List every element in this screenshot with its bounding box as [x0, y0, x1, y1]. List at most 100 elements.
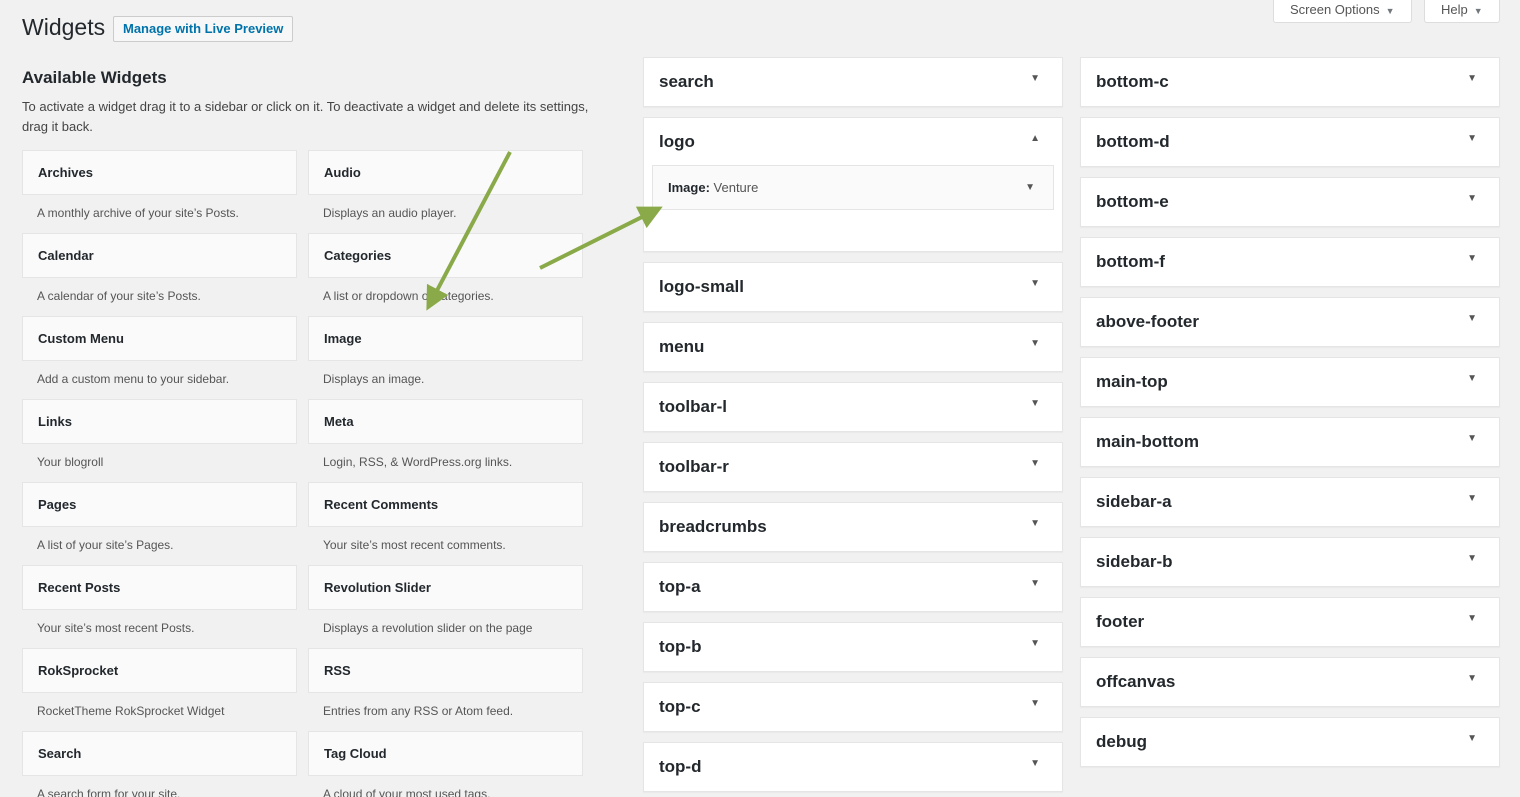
caret-down-icon[interactable]: ▼ — [1030, 578, 1040, 589]
widget-recent-posts[interactable]: Recent Posts — [22, 565, 297, 610]
sidebar-name: footer — [1096, 612, 1145, 631]
caret-down-icon[interactable]: ▼ — [1467, 493, 1477, 504]
widget-description: A search form for your site. — [37, 787, 181, 797]
caret-down-icon[interactable]: ▼ — [1030, 638, 1040, 649]
caret-down-icon[interactable]: ▼ — [1467, 313, 1477, 324]
sidebar-top-d[interactable]: top-d ▼ — [643, 742, 1063, 792]
widget-links[interactable]: Links — [22, 399, 297, 444]
caret-down-icon[interactable]: ▼ — [1467, 193, 1477, 204]
sidebar-top-a[interactable]: top-a ▼ — [643, 562, 1063, 612]
widget-recent-comments[interactable]: Recent Comments — [308, 482, 583, 527]
caret-down-icon[interactable]: ▼ — [1467, 733, 1477, 744]
sidebar-logo-small[interactable]: logo-small ▼ — [643, 262, 1063, 312]
caret-down-icon[interactable]: ▼ — [1467, 553, 1477, 564]
sidebar-name: bottom-e — [1096, 192, 1169, 211]
sidebar-name: top-c — [659, 697, 701, 716]
caret-down-icon[interactable]: ▼ — [1030, 398, 1040, 409]
sidebar-toolbar-r[interactable]: toolbar-r ▼ — [643, 442, 1063, 492]
sidebar-sidebar-b[interactable]: sidebar-b ▼ — [1080, 537, 1500, 587]
widget-description: Displays an image. — [323, 372, 425, 386]
widget-description: A monthly archive of your site’s Posts. — [37, 206, 239, 220]
live-preview-button[interactable]: Manage with Live Preview — [113, 16, 294, 42]
inner-widget-image[interactable]: Image: Venture ▼ — [652, 165, 1054, 210]
widget-categories[interactable]: Categories — [308, 233, 583, 278]
caret-down-icon[interactable]: ▼ — [1030, 458, 1040, 469]
caret-down-icon[interactable]: ▼ — [1467, 73, 1477, 84]
sidebar-main-bottom[interactable]: main-bottom ▼ — [1080, 417, 1500, 467]
widget-image[interactable]: Image — [308, 316, 583, 361]
sidebar-main-top[interactable]: main-top ▼ — [1080, 357, 1500, 407]
caret-down-icon[interactable]: ▼ — [1467, 613, 1477, 624]
widget-archives[interactable]: Archives — [22, 150, 297, 195]
widget-description: A list or dropdown of categories. — [323, 289, 494, 303]
sidebar-sidebar-a[interactable]: sidebar-a ▼ — [1080, 477, 1500, 527]
caret-down-icon: ▼ — [1385, 6, 1395, 16]
sidebar-logo[interactable]: logo ▲ Image: Venture ▼ — [643, 117, 1063, 252]
widget-description: Entries from any RSS or Atom feed. — [323, 704, 514, 718]
widget-rss[interactable]: RSS — [308, 648, 583, 693]
caret-down-icon[interactable]: ▼ — [1025, 166, 1035, 209]
caret-down-icon[interactable]: ▼ — [1030, 518, 1040, 529]
widget-revolution-slider[interactable]: Revolution Slider — [308, 565, 583, 610]
sidebar-toolbar-l[interactable]: toolbar-l ▼ — [643, 382, 1063, 432]
sidebar-bottom-e[interactable]: bottom-e ▼ — [1080, 177, 1500, 227]
caret-down-icon[interactable]: ▼ — [1030, 698, 1040, 709]
sidebar-name: logo-small — [659, 277, 745, 296]
caret-down-icon[interactable]: ▼ — [1030, 758, 1040, 769]
help-tab[interactable]: Help ▼ — [1424, 0, 1500, 23]
sidebar-name: bottom-f — [1096, 252, 1165, 271]
sidebar-breadcrumbs[interactable]: breadcrumbs ▼ — [643, 502, 1063, 552]
caret-down-icon[interactable]: ▼ — [1467, 433, 1477, 444]
sidebar-name: toolbar-r — [659, 457, 729, 476]
widget-calendar[interactable]: Calendar — [22, 233, 297, 278]
screen-options-tab[interactable]: Screen Options ▼ — [1273, 0, 1412, 23]
sidebar-top-c[interactable]: top-c ▼ — [643, 682, 1063, 732]
sidebar-name: top-d — [659, 757, 702, 776]
sidebar-debug[interactable]: debug ▼ — [1080, 717, 1500, 767]
sidebar-footer[interactable]: footer ▼ — [1080, 597, 1500, 647]
caret-down-icon[interactable]: ▼ — [1467, 253, 1477, 264]
inner-widget-title: Venture — [713, 180, 759, 195]
sidebar-above-footer[interactable]: above-footer ▼ — [1080, 297, 1500, 347]
sidebar-name: sidebar-a — [1096, 492, 1172, 511]
widget-description: Add a custom menu to your sidebar. — [37, 372, 230, 386]
caret-down-icon: ▼ — [1473, 6, 1483, 16]
sidebar-name: search — [659, 72, 714, 91]
caret-down-icon[interactable]: ▼ — [1030, 73, 1040, 84]
sidebar-search[interactable]: search ▼ — [643, 57, 1063, 107]
sidebar-offcanvas[interactable]: offcanvas ▼ — [1080, 657, 1500, 707]
caret-up-icon[interactable]: ▲ — [1030, 133, 1040, 144]
caret-down-icon[interactable]: ▼ — [1467, 673, 1477, 684]
widget-description: RocketTheme RokSprocket Widget — [37, 704, 225, 718]
sidebar-name: top-b — [659, 637, 702, 656]
caret-down-icon[interactable]: ▼ — [1030, 338, 1040, 349]
widget-roksprocket[interactable]: RokSprocket — [22, 648, 297, 693]
sidebar-name: toolbar-l — [659, 397, 727, 416]
widget-description: Your blogroll — [37, 455, 104, 469]
widget-tag-cloud[interactable]: Tag Cloud — [308, 731, 583, 776]
caret-down-icon[interactable]: ▼ — [1467, 373, 1477, 384]
widget-search[interactable]: Search — [22, 731, 297, 776]
widget-pages[interactable]: Pages — [22, 482, 297, 527]
widget-custom-menu[interactable]: Custom Menu — [22, 316, 297, 361]
sidebar-name: main-bottom — [1096, 432, 1199, 451]
screen-options-label: Screen Options — [1290, 2, 1380, 17]
widget-description: A calendar of your site’s Posts. — [37, 289, 201, 303]
inner-widget-type: Image: — [668, 180, 710, 195]
widget-description: A cloud of your most used tags. — [323, 787, 491, 797]
sidebar-top-b[interactable]: top-b ▼ — [643, 622, 1063, 672]
sidebar-bottom-f[interactable]: bottom-f ▼ — [1080, 237, 1500, 287]
sidebar-name: top-a — [659, 577, 701, 596]
caret-down-icon[interactable]: ▼ — [1030, 278, 1040, 289]
sidebar-name: breadcrumbs — [659, 517, 767, 536]
sidebar-bottom-d[interactable]: bottom-d ▼ — [1080, 117, 1500, 167]
sidebar-name: logo — [659, 132, 695, 151]
widget-audio[interactable]: Audio — [308, 150, 583, 195]
sidebar-bottom-c[interactable]: bottom-c ▼ — [1080, 57, 1500, 107]
available-widgets-heading: Available Widgets — [22, 68, 167, 87]
sidebar-name: main-top — [1096, 372, 1168, 391]
caret-down-icon[interactable]: ▼ — [1467, 133, 1477, 144]
widget-meta[interactable]: Meta — [308, 399, 583, 444]
available-widgets-description: To activate a widget drag it to a sideba… — [22, 99, 589, 134]
sidebar-menu[interactable]: menu ▼ — [643, 322, 1063, 372]
